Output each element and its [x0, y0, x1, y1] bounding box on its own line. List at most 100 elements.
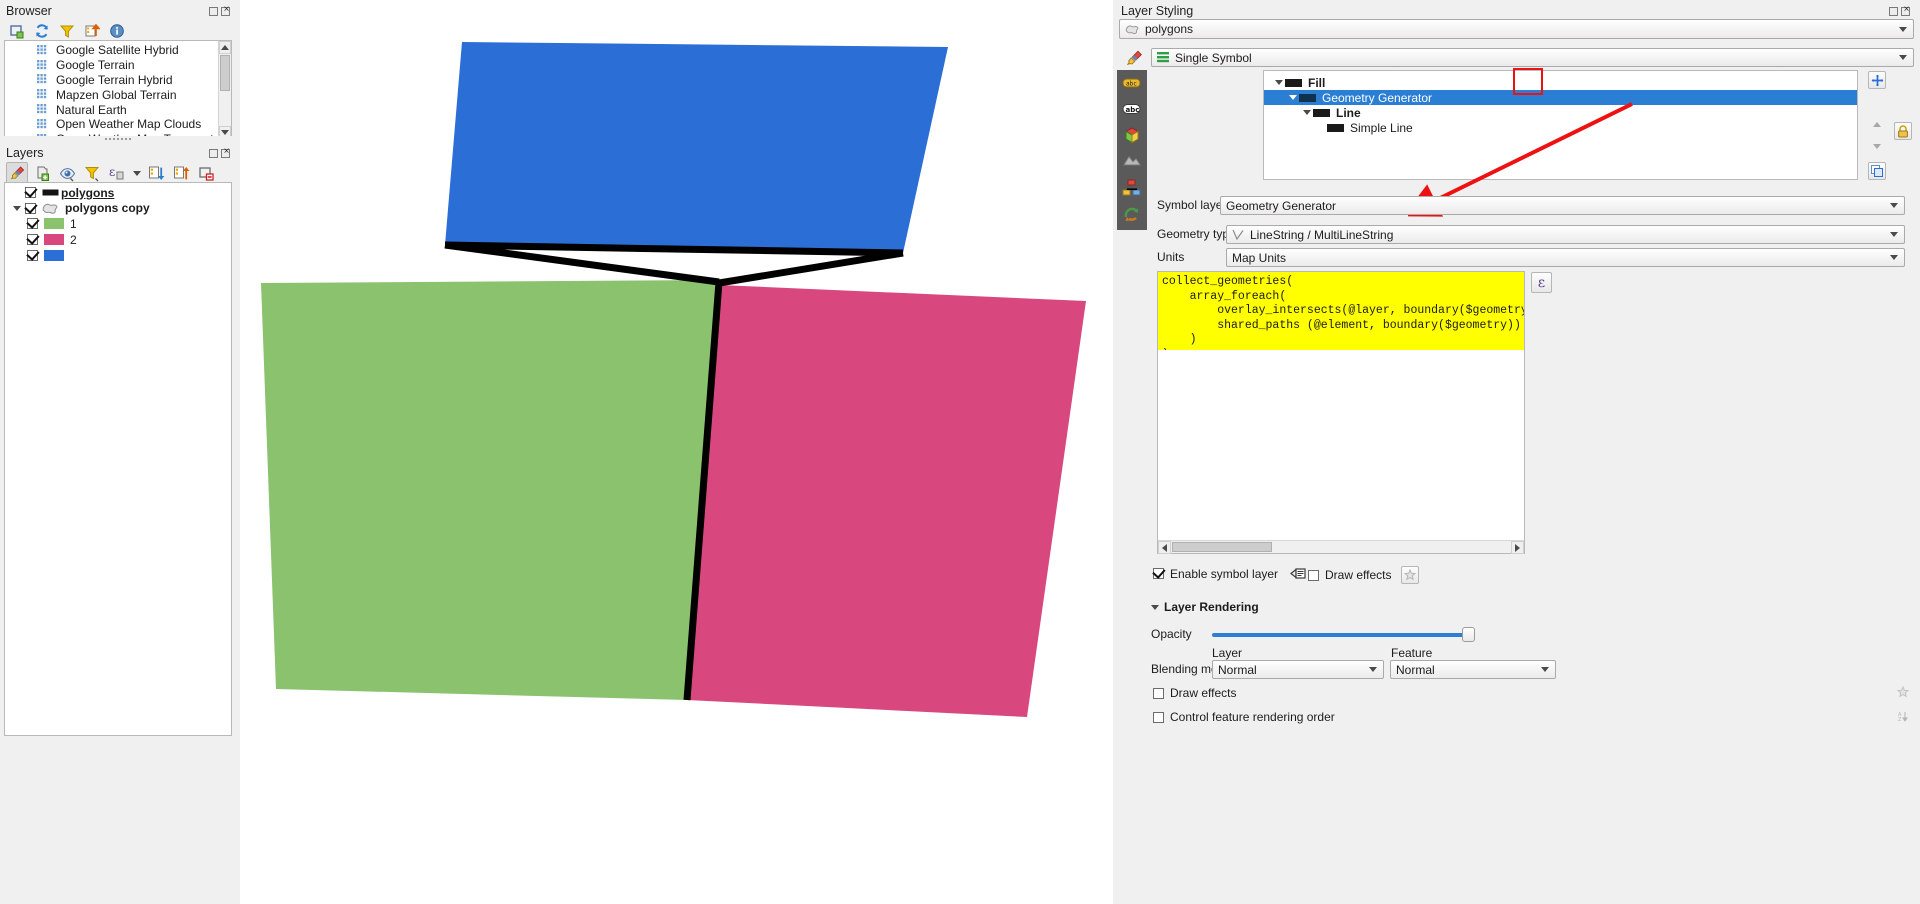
draw-effects-checkbox-top[interactable]: [1308, 569, 1319, 581]
renderer-type-combo[interactable]: Single Symbol: [1151, 48, 1914, 67]
symbol-node-fill[interactable]: Fill: [1264, 75, 1857, 90]
filter-legend-icon[interactable]: [81, 162, 103, 184]
history-icon[interactable]: [1117, 200, 1147, 226]
info-icon[interactable]: [106, 20, 128, 42]
chevron-down-icon[interactable]: [1886, 250, 1902, 265]
browser-close-button[interactable]: [221, 4, 231, 16]
control-render-order-checkbox[interactable]: [1153, 711, 1164, 723]
chevron-down-icon[interactable]: [1886, 198, 1902, 213]
enable-symbol-layer-checkbox[interactable]: [1153, 568, 1164, 579]
render-order-settings-button[interactable]: AZ: [1895, 708, 1911, 724]
feature-blending-mode-combo[interactable]: Normal: [1390, 660, 1556, 679]
browser-item[interactable]: Google Terrain Hybrid: [5, 73, 218, 88]
remove-layer-icon[interactable]: [195, 162, 217, 184]
chevron-down-icon[interactable]: [1365, 662, 1381, 677]
diagrams-icon[interactable]: [1117, 174, 1147, 200]
units-combo[interactable]: Map Units: [1226, 248, 1905, 267]
expander-icon[interactable]: [1300, 110, 1313, 115]
move-down-button[interactable]: [1868, 137, 1886, 155]
symbology-tab-icon[interactable]: [1121, 47, 1147, 69]
legend-item-3[interactable]: [5, 247, 231, 263]
manage-visibility-icon[interactable]: [56, 162, 78, 184]
add-symbol-layer-button[interactable]: [1868, 71, 1886, 89]
browser-item[interactable]: Google Satellite Hybrid: [5, 43, 218, 58]
chevron-down-icon[interactable]: [1886, 227, 1902, 242]
map-canvas[interactable]: [240, 0, 1113, 904]
layer-item-polygons-copy[interactable]: polygons copy: [5, 201, 231, 217]
scroll-up-arrow[interactable]: [219, 41, 231, 54]
expression-code[interactable]: collect_geometries( array_foreach( overl…: [1158, 272, 1524, 350]
lock-colors-button[interactable]: [1894, 122, 1912, 140]
layer-rendering-section-header[interactable]: Layer Rendering: [1151, 600, 1259, 614]
draw-effects-checkbox[interactable]: [1153, 687, 1164, 699]
expander-icon[interactable]: [1272, 80, 1285, 85]
3d-view-icon[interactable]: [1117, 122, 1147, 148]
symbol-node-geometry-generator[interactable]: Geometry Generator: [1264, 90, 1857, 105]
legend-item-2[interactable]: 2: [5, 232, 231, 248]
remove-symbol-layer-button[interactable]: [1868, 93, 1886, 111]
expression-hscrollbar[interactable]: [1158, 540, 1524, 554]
collapse-all-icon[interactable]: [81, 20, 103, 42]
legend-visibility-checkbox[interactable]: [27, 234, 38, 246]
layers-float-button[interactable]: [209, 148, 218, 158]
opacity-slider-handle[interactable]: [1462, 627, 1475, 642]
legend-visibility-checkbox[interactable]: [27, 218, 38, 230]
browser-float-button[interactable]: [209, 6, 218, 16]
effects-settings-button[interactable]: [1895, 684, 1911, 700]
scroll-thumb[interactable]: [1172, 542, 1272, 552]
masks-icon[interactable]: abc: [1117, 96, 1147, 122]
symbol-layer-type-combo[interactable]: Geometry Generator: [1220, 196, 1905, 215]
filter-icon[interactable]: [56, 20, 78, 42]
effects-settings-button-top[interactable]: [1401, 566, 1420, 584]
polygon-layer-icon: [1125, 24, 1140, 35]
layers-tree[interactable]: polygons polygons copy 1 2: [4, 182, 232, 736]
scroll-left-arrow[interactable]: [1158, 541, 1171, 554]
data-defined-override-icon[interactable]: [1290, 566, 1308, 581]
chevron-down-icon[interactable]: [1537, 662, 1553, 677]
opacity-slider[interactable]: [1212, 626, 1569, 644]
open-layer-styling-icon[interactable]: [6, 162, 28, 184]
browser-item[interactable]: Google Terrain: [5, 58, 218, 73]
symbol-node-simple-line[interactable]: Simple Line: [1264, 120, 1857, 135]
group-expander-icon[interactable]: [9, 205, 25, 211]
browser-item[interactable]: Open Weather Map Clouds: [5, 117, 218, 132]
layer-selector-value: polygons: [1145, 22, 1194, 36]
expander-icon[interactable]: [1286, 95, 1299, 100]
add-layer-icon[interactable]: [6, 20, 28, 42]
expand-all-icon[interactable]: [145, 162, 167, 184]
expression-filter-dropdown-arrow[interactable]: [131, 162, 142, 184]
green-polygon: [261, 280, 719, 700]
browser-scrollbar[interactable]: [218, 41, 231, 139]
chevron-down-icon[interactable]: [1895, 50, 1911, 65]
layer-selector-combo[interactable]: polygons: [1119, 19, 1914, 39]
layers-close-button[interactable]: [221, 146, 231, 158]
geometry-type-combo[interactable]: LineString / MultiLineString: [1226, 225, 1905, 244]
symbol-layers-tree[interactable]: Fill Geometry Generator Line Simple Line: [1263, 70, 1858, 180]
labels-icon[interactable]: abc: [1117, 70, 1147, 96]
scroll-thumb[interactable]: [220, 55, 230, 91]
elevation-icon[interactable]: [1117, 148, 1147, 174]
symbol-node-line[interactable]: Line: [1264, 105, 1857, 120]
expression-filter-icon[interactable]: ε: [106, 162, 128, 184]
move-up-button[interactable]: [1868, 115, 1886, 133]
collapse-icon[interactable]: [1151, 604, 1159, 610]
browser-item[interactable]: Natural Earth: [5, 102, 218, 117]
duplicate-symbol-layer-button[interactable]: [1868, 162, 1886, 180]
styling-float-button[interactable]: [1889, 6, 1898, 16]
add-group-icon[interactable]: [31, 162, 53, 184]
layer-item-polygons[interactable]: polygons: [5, 185, 231, 201]
layer-visibility-checkbox[interactable]: [25, 202, 36, 214]
collapse-all-icon[interactable]: [170, 162, 192, 184]
layer-blending-mode-combo[interactable]: Normal: [1212, 660, 1384, 679]
legend-item-1[interactable]: 1: [5, 216, 231, 232]
browser-item[interactable]: Mapzen Global Terrain: [5, 87, 218, 102]
expression-editor[interactable]: collect_geometries( array_foreach( overl…: [1157, 271, 1525, 554]
styling-close-button[interactable]: [1901, 4, 1911, 16]
browser-tree[interactable]: Google Satellite Hybrid Google Terrain G…: [4, 40, 232, 140]
expression-builder-button[interactable]: ε: [1531, 272, 1552, 293]
layer-visibility-checkbox[interactable]: [25, 187, 36, 199]
chevron-down-icon[interactable]: [1895, 21, 1911, 37]
refresh-icon[interactable]: [31, 20, 53, 42]
scroll-right-arrow[interactable]: [1511, 541, 1524, 554]
legend-visibility-checkbox[interactable]: [27, 249, 38, 261]
